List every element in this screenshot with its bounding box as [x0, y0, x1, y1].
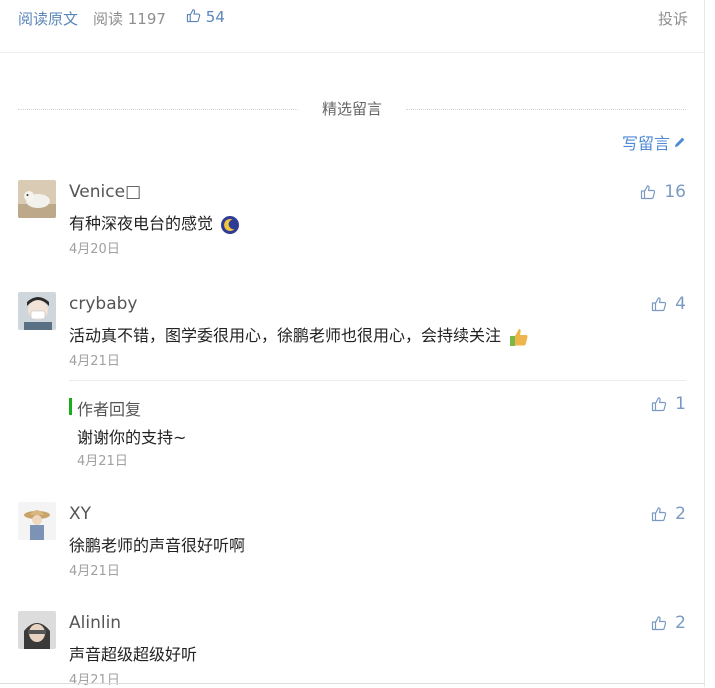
comment-author[interactable]: XY — [69, 504, 91, 524]
comment-date: 4月21日 — [69, 564, 120, 579]
comment-date: 4月21日 — [69, 354, 120, 369]
avatar[interactable] — [18, 611, 56, 649]
header-rule-right — [406, 109, 686, 110]
comment-body: 徐鹏老师的声音很好听啊 — [69, 536, 246, 555]
thumbs-up-icon — [652, 616, 667, 631]
comment-like-button[interactable]: 16 — [640, 182, 686, 202]
thumbs-up-icon — [652, 397, 667, 412]
author-reply-date: 4月21日 — [77, 454, 128, 469]
thumbs-up-icon — [652, 507, 667, 522]
comment-body: 声音超级超级好听 — [69, 645, 198, 664]
comment-body: 活动真不错，图学委很用心，徐鹏老师也很用心，会持续关注 — [69, 326, 502, 345]
read-count: 阅读 1197 — [93, 10, 166, 28]
thumbs-up-emoji-icon — [510, 328, 528, 346]
comment-author[interactable]: Venice□ — [69, 182, 141, 202]
thumbs-up-icon — [652, 297, 667, 312]
comment-body: 有种深夜电台的感觉 — [69, 214, 214, 233]
comment-text: 活动真不错，图学委很用心，徐鹏老师也很用心，会持续关注 — [69, 322, 530, 348]
comment-like-count: 16 — [664, 182, 686, 202]
author-reply-label: 作者回复 — [77, 400, 142, 419]
moon-emoji-icon — [221, 215, 240, 234]
comment-item: Alinlin 声音超级超级好听 4月21日 2 — [18, 611, 686, 688]
comment-date: 4月20日 — [69, 242, 120, 257]
article-toolbar: 阅读原文 阅读 1197 54 投诉 — [18, 8, 688, 30]
author-reply: 作者回复 谢谢你的支持~ 4月21日 1 — [69, 394, 686, 469]
comment-like-button[interactable]: 4 — [651, 294, 686, 314]
avatar[interactable] — [18, 292, 56, 330]
reply-accent-bar — [69, 398, 72, 415]
pencil-icon — [674, 137, 685, 147]
author-reply-text: 谢谢你的支持~ — [77, 428, 187, 447]
report-link[interactable]: 投诉 — [658, 8, 688, 29]
comment-like-button[interactable]: 2 — [651, 613, 686, 633]
bottom-border — [0, 683, 704, 684]
thumbs-up-icon — [186, 9, 201, 23]
write-comment-label: 写留言 — [621, 134, 670, 153]
comment-text: 有种深夜电台的感觉 — [69, 210, 240, 235]
comment-item: Venice□ 有种深夜电台的感觉 4月20日 16 — [18, 180, 686, 260]
comment-like-count: 2 — [675, 504, 686, 524]
divider — [0, 52, 704, 53]
thumbs-up-icon — [641, 185, 656, 200]
write-comment-button[interactable]: 写留言 — [622, 130, 686, 154]
article-footer-panel: 阅读原文 阅读 1197 54 投诉 精选留言 写留言 Venice□ 有种深夜… — [0, 0, 705, 688]
avatar[interactable] — [18, 502, 56, 540]
comment-author[interactable]: Alinlin — [69, 613, 121, 633]
comment-item: XY 徐鹏老师的声音很好听啊 4月21日 2 — [18, 502, 686, 582]
reply-divider — [69, 380, 686, 381]
selected-comments-header: 精选留言 — [18, 98, 686, 122]
comment-date: 4月21日 — [69, 673, 120, 688]
reply-like-count: 1 — [675, 394, 686, 414]
comment-like-button[interactable]: 2 — [651, 504, 686, 524]
avatar[interactable] — [18, 180, 56, 218]
comment-author[interactable]: crybaby — [69, 294, 137, 314]
comment-like-count: 4 — [675, 294, 686, 314]
reply-like-button[interactable]: 1 — [651, 394, 686, 414]
read-original-link[interactable]: 阅读原文 — [18, 8, 78, 29]
comment-item: crybaby 活动真不错，图学委很用心，徐鹏老师也很用心，会持续关注 4月21… — [18, 292, 686, 372]
comment-like-count: 2 — [675, 613, 686, 633]
article-like-count: 54 — [205, 8, 225, 26]
article-like-button[interactable]: 54 — [186, 8, 225, 26]
